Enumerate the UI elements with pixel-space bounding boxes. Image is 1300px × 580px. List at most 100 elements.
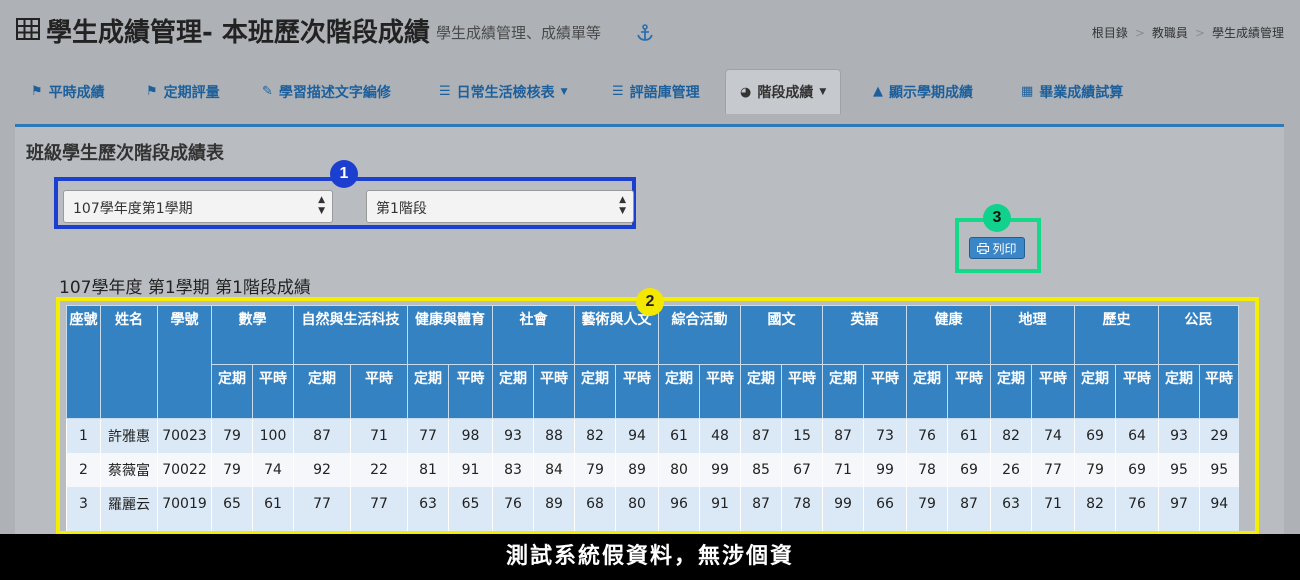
- tab-label: 顯示學期成績: [889, 84, 973, 101]
- score-cell: 99: [699, 452, 741, 487]
- subheader-periodic: 定期: [492, 364, 534, 419]
- breadcrumb-separator: >: [1194, 26, 1205, 40]
- semester-select-value: 107學年度第1學期: [73, 201, 193, 217]
- score-cell: 77: [350, 486, 408, 521]
- tab-stage-scores[interactable]: ◕ 階段成績 ▼: [725, 69, 842, 114]
- score-cell: 74: [252, 452, 294, 487]
- subheader-regular: 平時: [863, 364, 907, 419]
- chevron-down-icon: ▼: [560, 86, 568, 97]
- score-cell: 74: [1031, 418, 1075, 453]
- tab-graduation-calc[interactable]: ▦ 畢業成績試算: [1021, 69, 1123, 114]
- header-subject: 國文: [740, 305, 823, 365]
- tab-label: 學習描述文字編修: [278, 84, 391, 101]
- print-button[interactable]: 列印: [969, 237, 1025, 259]
- anchor-icon[interactable]: [636, 24, 654, 42]
- score-cell: 92: [293, 452, 351, 487]
- cell-hidden: [1031, 520, 1075, 531]
- score-cell: 68: [574, 486, 616, 521]
- score-cell: 77: [407, 418, 449, 453]
- breadcrumb-item-current: 學生成績管理: [1211, 26, 1284, 40]
- score-cell: 67: [781, 452, 823, 487]
- score-cell: 82: [990, 418, 1032, 453]
- tab-label: 評語庫管理: [629, 84, 700, 101]
- score-cell: 26: [990, 452, 1032, 487]
- score-cell: 87: [822, 418, 864, 453]
- score-cell: 77: [1031, 452, 1075, 487]
- score-cell: 81: [407, 452, 449, 487]
- header-student-id: 學號: [157, 305, 212, 419]
- cell-hidden: [740, 520, 782, 531]
- score-cell: 65: [211, 486, 253, 521]
- cell-hidden: [1115, 520, 1159, 531]
- tab-daily-life-checklist[interactable]: ☰ 日常生活檢核表 ▼: [439, 69, 568, 114]
- stage-select[interactable]: 第1階段 ▲ ▼: [366, 190, 634, 223]
- score-cell: 89: [533, 486, 575, 521]
- cell-hidden: [947, 520, 991, 531]
- score-cell: 99: [822, 486, 864, 521]
- breadcrumb-item-root[interactable]: 根目錄: [1092, 26, 1128, 40]
- highlight-box-table: 座號 姓名 學號 數學 自然與生活科技 健康與體育 社會 藝術與人文 綜合活動 …: [56, 297, 1259, 535]
- subheader-periodic: 定期: [1158, 364, 1200, 419]
- score-cell: 91: [448, 452, 493, 487]
- name-cell: 許雅惠: [100, 418, 158, 453]
- cell-hidden: [293, 520, 351, 531]
- chevron-down-icon: ▼: [819, 87, 827, 97]
- score-cell: 63: [990, 486, 1032, 521]
- score-cell: 95: [1158, 452, 1200, 487]
- header-subject: 綜合活動: [658, 305, 741, 365]
- score-cell: 79: [906, 486, 948, 521]
- scores-table-scroll[interactable]: 座號 姓名 學號 數學 自然與生活科技 健康與體育 社會 藝術與人文 綜合活動 …: [66, 305, 1250, 531]
- subheader-regular: 平時: [699, 364, 741, 419]
- score-cell: 98: [448, 418, 493, 453]
- student-id-cell: 70023: [157, 418, 212, 453]
- tab-regular-scores[interactable]: ⚑ 平時成績: [31, 69, 105, 114]
- cell-hidden: [906, 520, 948, 531]
- cell-hidden: [407, 520, 449, 531]
- score-cell: 76: [1115, 486, 1159, 521]
- tab-comment-library[interactable]: ☰ 評語庫管理: [612, 69, 700, 114]
- score-cell: 79: [211, 452, 253, 487]
- subheader-periodic: 定期: [990, 364, 1032, 419]
- score-cell: 61: [658, 418, 700, 453]
- tab-label: 日常生活檢核表: [456, 84, 555, 101]
- score-cell: 71: [822, 452, 864, 487]
- tab-label: 平時成績: [48, 84, 105, 101]
- header-subject: 自然與生活科技: [293, 305, 408, 365]
- tab-learning-description[interactable]: ✎ 學習描述文字編修: [262, 69, 391, 114]
- header-seat: 座號: [66, 305, 101, 419]
- score-cell: 93: [492, 418, 534, 453]
- breadcrumb-item-staff[interactable]: 教職員: [1152, 26, 1188, 40]
- cell-hidden: [990, 520, 1032, 531]
- score-cell: 76: [906, 418, 948, 453]
- cell-hidden: [1074, 520, 1116, 531]
- score-cell: 61: [947, 418, 991, 453]
- score-cell: 64: [1115, 418, 1159, 453]
- student-id-cell: 70019: [157, 486, 212, 521]
- score-cell: 69: [1074, 418, 1116, 453]
- pie-chart-icon: ◕: [740, 84, 752, 100]
- score-cell: 22: [350, 452, 408, 487]
- scores-table: 座號 姓名 學號 數學 自然與生活科技 健康與體育 社會 藝術與人文 綜合活動 …: [66, 305, 1239, 531]
- score-cell: 85: [740, 452, 782, 487]
- score-cell: 79: [211, 418, 253, 453]
- step-badge-3: 3: [983, 204, 1011, 232]
- score-cell: 96: [658, 486, 700, 521]
- cell-hidden: [66, 520, 101, 531]
- student-id-cell: 70022: [157, 452, 212, 487]
- score-cell: 88: [533, 418, 575, 453]
- tab-label: 階段成績: [757, 85, 814, 101]
- score-cell: 79: [1074, 452, 1116, 487]
- content-panel: 班級學生歷次階段成績表 107學年度第1學期 ▲ ▼ 第1階段 ▲ ▼ 1 列印 3…: [15, 124, 1284, 535]
- seat-cell: 3: [66, 486, 101, 521]
- subheader-periodic: 定期: [293, 364, 351, 419]
- semester-select[interactable]: 107學年度第1學期 ▲ ▼: [63, 190, 333, 223]
- subheader-regular: 平時: [252, 364, 294, 419]
- tab-periodic-exam[interactable]: ⚑ 定期評量: [146, 69, 220, 114]
- score-cell: 48: [699, 418, 741, 453]
- tab-semester-scores[interactable]: ▲ 顯示學期成績: [873, 69, 973, 114]
- score-cell: 66: [863, 486, 907, 521]
- cell-hidden: [615, 520, 659, 531]
- select-arrows-icon: ▲ ▼: [318, 195, 325, 216]
- score-cell: 87: [740, 486, 782, 521]
- score-cell: 69: [947, 452, 991, 487]
